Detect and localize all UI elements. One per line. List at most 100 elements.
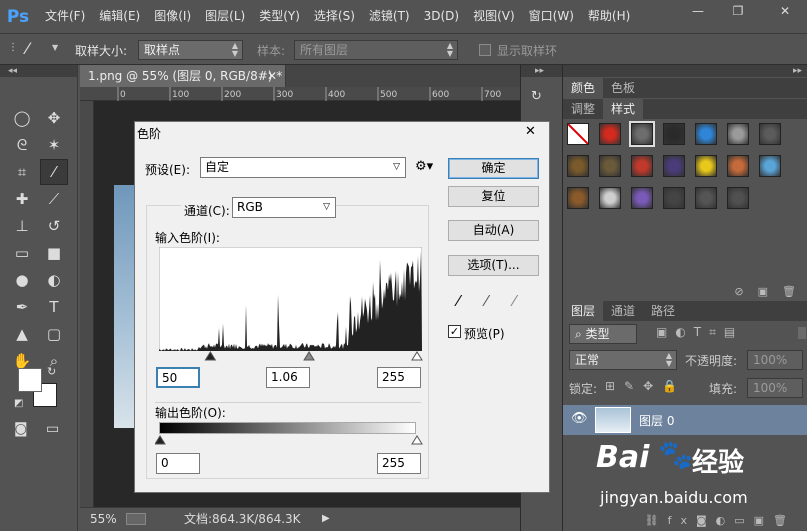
- menu-item-4[interactable]: 类型(Y): [252, 0, 307, 33]
- style-swatch[interactable]: [759, 123, 781, 145]
- blur-icon[interactable]: ●: [8, 267, 36, 293]
- menu-item-0[interactable]: 文件(F): [38, 0, 92, 33]
- style-swatch[interactable]: [631, 187, 653, 209]
- dialog-close-button[interactable]: ✕: [525, 124, 536, 139]
- quick-mask-icon[interactable]: ◙: [14, 421, 28, 437]
- brush-icon[interactable]: ⟋: [40, 186, 68, 212]
- minimize-button[interactable]: —: [683, 0, 713, 22]
- tab-channels[interactable]: 通道: [603, 301, 643, 321]
- path-select-icon[interactable]: ▲: [8, 321, 36, 347]
- info-arrow-icon[interactable]: ▶: [322, 508, 330, 530]
- toolbox-collapse-icon[interactable]: ◂◂: [0, 65, 77, 77]
- style-swatch[interactable]: [599, 123, 621, 145]
- output-slider[interactable]: [155, 434, 425, 446]
- style-swatch[interactable]: [695, 155, 717, 177]
- swap-colors-icon[interactable]: ↻: [47, 365, 56, 378]
- sample-select[interactable]: 所有图层 ▲ ▼: [294, 40, 458, 60]
- style-swatch[interactable]: [727, 187, 749, 209]
- magic-wand-icon[interactable]: ✶: [40, 132, 68, 158]
- layer-filter-icons[interactable]: ▣◐T⌗▤: [656, 325, 743, 340]
- chevron-down-icon[interactable]: ▼: [52, 43, 58, 52]
- show-ring-checkbox[interactable]: [479, 44, 491, 56]
- black-point-eyedropper-icon[interactable]: ⁄: [457, 292, 460, 310]
- input-gamma-handle[interactable]: [303, 351, 315, 361]
- style-swatch[interactable]: [663, 155, 685, 177]
- menu-item-5[interactable]: 选择(S): [307, 0, 362, 33]
- style-swatch[interactable]: [567, 155, 589, 177]
- style-swatch[interactable]: [759, 155, 781, 177]
- blend-mode-select[interactable]: 正常 ▲ ▼: [569, 350, 677, 370]
- input-gamma-field[interactable]: 1.06: [266, 367, 310, 388]
- menu-item-9[interactable]: 窗口(W): [522, 0, 581, 33]
- preview-checkbox[interactable]: ✓: [448, 325, 461, 338]
- tab-paths[interactable]: 路径: [643, 301, 683, 321]
- layer-row[interactable]: 👁 图层 0: [563, 405, 807, 435]
- menu-item-6[interactable]: 滤镜(T): [362, 0, 417, 33]
- history-brush-icon[interactable]: ↺: [40, 213, 68, 239]
- eraser-icon[interactable]: ▭: [8, 240, 36, 266]
- style-swatch[interactable]: [599, 187, 621, 209]
- no-style-icon[interactable]: ⊘: [734, 285, 743, 298]
- eyedropper-icon[interactable]: ⁄: [40, 159, 68, 185]
- channel-select[interactable]: RGB ▽: [232, 197, 336, 218]
- output-black-handle[interactable]: [155, 435, 166, 445]
- menu-item-7[interactable]: 3D(D): [417, 0, 466, 33]
- menu-item-8[interactable]: 视图(V): [466, 0, 522, 33]
- input-black-field[interactable]: 50: [156, 367, 200, 388]
- menu-item-2[interactable]: 图像(I): [147, 0, 198, 33]
- ok-button[interactable]: 确定: [448, 158, 539, 179]
- stamp-icon[interactable]: ⊥: [8, 213, 36, 239]
- style-swatch[interactable]: [695, 187, 717, 209]
- panel-collapse-icon[interactable]: ▸▸: [563, 65, 807, 77]
- input-white-field[interactable]: 255: [377, 367, 421, 388]
- sample-size-select[interactable]: 取样点 ▲ ▼: [138, 40, 243, 60]
- layer-name[interactable]: 图层 0: [639, 412, 674, 429]
- restore-button[interactable]: ❐: [723, 0, 753, 22]
- crop-icon[interactable]: ⌗: [8, 159, 36, 185]
- eye-icon[interactable]: 👁: [571, 411, 588, 426]
- trash-icon[interactable]: 🗑: [782, 285, 796, 298]
- marquee-icon[interactable]: ◯: [8, 105, 36, 131]
- input-slider[interactable]: [155, 350, 425, 362]
- output-black-field[interactable]: 0: [156, 453, 200, 474]
- style-swatch[interactable]: [629, 121, 655, 147]
- tab-color[interactable]: 颜色: [563, 78, 604, 98]
- input-white-handle[interactable]: [411, 351, 423, 361]
- auto-button[interactable]: 自动(A): [448, 220, 539, 241]
- type-icon[interactable]: T: [40, 294, 68, 320]
- style-swatch[interactable]: [663, 123, 685, 145]
- options-button[interactable]: 选项(T)...: [448, 255, 539, 276]
- style-swatch[interactable]: [727, 123, 749, 145]
- output-white-field[interactable]: 255: [377, 453, 421, 474]
- tab-layers[interactable]: 图层: [563, 301, 604, 321]
- input-black-handle[interactable]: [204, 351, 217, 361]
- style-swatch[interactable]: [727, 155, 749, 177]
- dodge-icon[interactable]: ◐: [40, 267, 68, 293]
- preset-gear-icon[interactable]: ⚙▾: [415, 159, 433, 174]
- healing-brush-icon[interactable]: ✚: [8, 186, 36, 212]
- move-icon[interactable]: ✥: [40, 105, 68, 131]
- close-window-button[interactable]: ✕: [763, 0, 807, 22]
- menu-item-3[interactable]: 图层(L): [198, 0, 252, 33]
- filter-toggle[interactable]: [798, 327, 806, 339]
- menu-item-10[interactable]: 帮助(H): [581, 0, 637, 33]
- layer-filter-select[interactable]: ⌕ 类型: [569, 324, 637, 344]
- output-white-handle[interactable]: [411, 435, 423, 445]
- gradient-icon[interactable]: ■: [40, 240, 68, 266]
- default-colors-icon[interactable]: ◩: [14, 398, 23, 409]
- fill-input[interactable]: 100%: [747, 378, 803, 398]
- history-icon[interactable]: ↻: [531, 89, 551, 107]
- zoom-level[interactable]: 55%: [90, 508, 117, 530]
- opacity-input[interactable]: 100%: [747, 350, 803, 370]
- close-tab-icon[interactable]: ✕: [267, 65, 277, 87]
- screen-mode-icon[interactable]: ▭: [46, 421, 59, 437]
- rectangle-icon[interactable]: ▢: [40, 321, 68, 347]
- reset-button[interactable]: 复位: [448, 186, 539, 207]
- white-point-eyedropper-icon[interactable]: ⁄: [513, 292, 516, 310]
- menu-item-1[interactable]: 编辑(E): [92, 0, 147, 33]
- tab-adjustments[interactable]: 调整: [563, 99, 603, 119]
- export-icon[interactable]: [126, 513, 146, 525]
- pen-icon[interactable]: ✒: [8, 294, 36, 320]
- new-style-icon[interactable]: ▣: [758, 285, 768, 298]
- style-swatch[interactable]: [695, 123, 717, 145]
